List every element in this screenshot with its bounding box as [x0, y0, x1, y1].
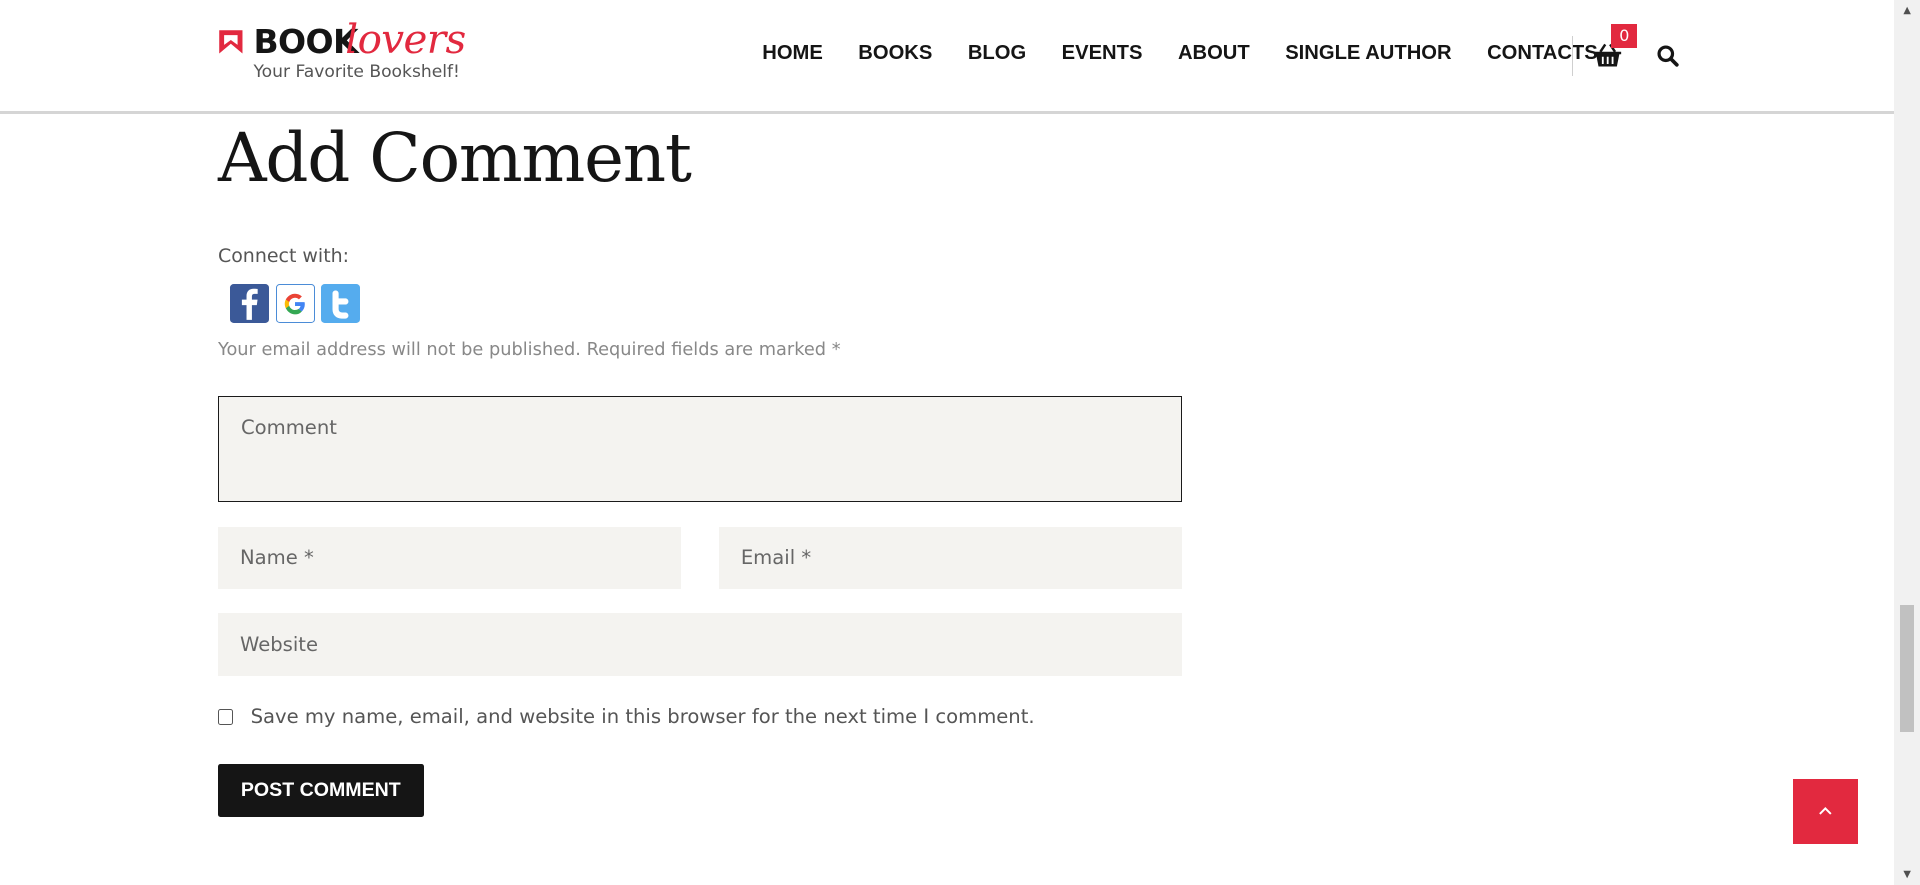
- chevron-up-icon: [1818, 807, 1832, 815]
- nav-contacts[interactable]: CONTACTS: [1487, 42, 1598, 65]
- facebook-icon: [242, 288, 258, 320]
- save-info-checkbox[interactable]: [217, 709, 234, 725]
- nav-home[interactable]: HOME: [762, 42, 823, 65]
- save-info-label[interactable]: Save my name, email, and website in this…: [251, 705, 1035, 728]
- site-header: BOOK lovers Your Favorite Bookshelf! HOM…: [0, 0, 1895, 115]
- twitter-login-button[interactable]: [320, 284, 360, 324]
- facebook-login-button[interactable]: [230, 284, 270, 324]
- website-placeholder: Website: [239, 633, 319, 657]
- main-nav: HOME BOOKS BLOG EVENTS ABOUT SINGLE AUTH…: [744, 42, 1615, 65]
- scroll-up-arrow-icon[interactable]: ▲: [1894, 0, 1920, 21]
- name-placeholder: Name *: [239, 546, 314, 570]
- page-title: Add Comment: [217, 118, 692, 198]
- comment-placeholder: Comment: [240, 416, 337, 440]
- google-icon: [284, 293, 305, 315]
- comment-textarea[interactable]: Comment: [217, 395, 1182, 503]
- logo-tagline: Your Favorite Bookshelf!: [253, 62, 460, 83]
- logo-text-book: BOOK: [253, 22, 358, 62]
- scroll-down-arrow-icon[interactable]: ▼: [1894, 864, 1920, 885]
- website-field[interactable]: Website: [217, 613, 1182, 676]
- email-field[interactable]: Email *: [718, 526, 1182, 589]
- name-field[interactable]: Name *: [217, 526, 681, 589]
- email-placeholder: Email *: [740, 546, 812, 570]
- nav-about[interactable]: ABOUT: [1178, 42, 1250, 65]
- nav-single-author[interactable]: SINGLE AUTHOR: [1285, 42, 1451, 65]
- site-logo[interactable]: BOOK lovers Your Favorite Bookshelf!: [218, 15, 487, 91]
- required-fields-notice: Your email address will not be published…: [217, 340, 841, 361]
- connect-with-label: Connect with:: [217, 244, 350, 267]
- scroll-to-top-button[interactable]: [1792, 778, 1858, 844]
- nav-blog[interactable]: BLOG: [968, 42, 1026, 65]
- twitter-icon: [332, 290, 349, 319]
- nav-events[interactable]: EVENTS: [1062, 42, 1143, 65]
- search-icon[interactable]: [1656, 44, 1680, 68]
- cart-count-badge: 0: [1611, 24, 1638, 48]
- nav-books[interactable]: BOOKS: [858, 42, 932, 65]
- scrollbar-thumb[interactable]: [1900, 604, 1914, 733]
- page-scrollbar[interactable]: ▲ ▼: [1894, 0, 1920, 885]
- save-info-row: Save my name, email, and website in this…: [217, 705, 1035, 728]
- bookmark-logo-icon: [219, 30, 243, 54]
- google-login-button[interactable]: [275, 284, 315, 324]
- post-comment-button[interactable]: POST COMMENT: [217, 764, 424, 817]
- nav-divider: [1572, 35, 1574, 76]
- logo-text-lovers: lovers: [345, 14, 466, 63]
